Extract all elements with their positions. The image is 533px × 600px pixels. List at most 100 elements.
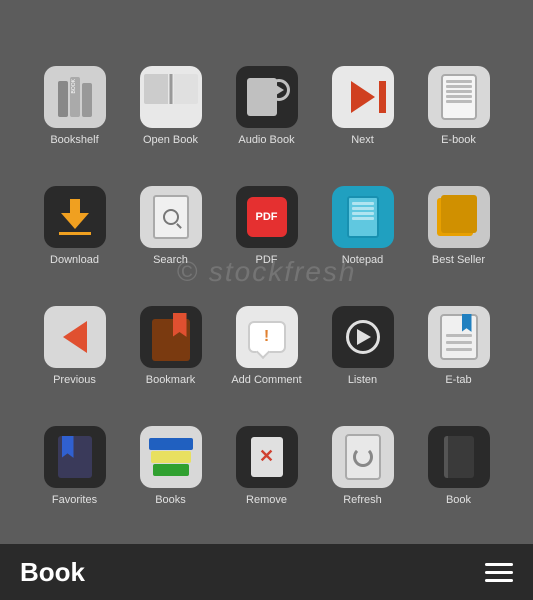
audio-book-icon — [241, 71, 293, 123]
search-icon-box — [140, 186, 202, 248]
previous-item[interactable]: Previous — [27, 277, 123, 387]
notepad-item[interactable]: Notepad — [315, 157, 411, 267]
bestseller-item[interactable]: Best Seller — [411, 157, 507, 267]
etab-label: E-tab — [445, 374, 471, 387]
books-label: Books — [155, 494, 186, 507]
spine-3 — [82, 83, 92, 117]
x-mark-icon: ✕ — [259, 446, 274, 467]
magnify-icon — [163, 209, 179, 225]
pdf-label: PDF — [256, 254, 278, 267]
favorites-item[interactable]: Favorites — [27, 397, 123, 507]
play-triangle-icon — [357, 329, 371, 345]
previous-icon — [49, 311, 101, 363]
download-base — [59, 232, 91, 235]
bookmark-label: Bookmark — [146, 374, 196, 387]
etab-item[interactable]: E-tab — [411, 277, 507, 387]
remove-doc-icon: ✕ — [251, 437, 283, 477]
previous-icon-box — [44, 306, 106, 368]
hamburger-menu[interactable] — [485, 563, 513, 582]
notepad-label: Notepad — [342, 254, 384, 267]
addcomment-item[interactable]: ! Add Comment — [219, 277, 315, 387]
stack-book-1 — [149, 438, 193, 450]
bookshelf-icon-box: BOOK — [44, 66, 106, 128]
refresh-circle-icon — [353, 447, 373, 467]
refresh-icon-box — [332, 426, 394, 488]
listen-icon-box — [332, 306, 394, 368]
book-spine-center — [169, 74, 172, 104]
etab-line-3 — [446, 348, 472, 351]
audio-book-item[interactable]: Audio Book — [219, 37, 315, 147]
footer-title: Book — [20, 557, 85, 588]
books-icon-box — [140, 426, 202, 488]
notepad-icon-box — [332, 186, 394, 248]
remove-item[interactable]: ✕ Remove — [219, 397, 315, 507]
next-icon-box — [332, 66, 394, 128]
book-right-page — [174, 74, 198, 104]
next-bar — [379, 81, 386, 113]
refresh-tablet — [345, 434, 381, 480]
download-icon-box — [44, 186, 106, 248]
open-book-label: Open Book — [143, 134, 198, 147]
addcomment-icon-box: ! — [236, 306, 298, 368]
bestseller-icon — [435, 193, 483, 241]
prev-arrow-shape — [63, 321, 87, 353]
notepad-line-4 — [352, 217, 374, 220]
listen-item[interactable]: Listen — [315, 277, 411, 387]
ebook-icon-box — [428, 66, 490, 128]
stack-book-3 — [153, 464, 189, 476]
hamburger-line-1 — [485, 563, 513, 566]
download-label: Download — [50, 254, 99, 267]
download-item[interactable]: Download — [27, 157, 123, 267]
books-item[interactable]: Books — [123, 397, 219, 507]
ebook-line-5 — [446, 100, 472, 103]
notepad-icon — [347, 196, 379, 238]
bookmark-icon — [150, 313, 192, 361]
icon-grid: BOOK Bookshelf Open Book — [27, 32, 507, 512]
stack-book-2 — [151, 451, 191, 463]
book-icon-box — [428, 426, 490, 488]
speaker-triangle — [276, 85, 284, 95]
next-icon — [337, 71, 389, 123]
pdf-text: PDF — [256, 211, 278, 223]
books-stack-icon — [149, 438, 193, 476]
favorites-icon-box — [44, 426, 106, 488]
ebook-item[interactable]: E-book — [411, 37, 507, 147]
audio-book-label: Audio Book — [238, 134, 294, 147]
refresh-label: Refresh — [343, 494, 382, 507]
bookmark-item[interactable]: Bookmark — [123, 277, 219, 387]
bookshelf-icon: BOOK — [52, 69, 98, 125]
download-bar — [70, 199, 80, 213]
search-item[interactable]: Search — [123, 157, 219, 267]
spine-label: BOOK — [70, 77, 80, 95]
open-book-item[interactable]: Open Book — [123, 37, 219, 147]
etab-device-icon — [440, 314, 478, 360]
hamburger-line-2 — [485, 571, 513, 574]
book-label: Book — [446, 494, 471, 507]
next-item[interactable]: Next — [315, 37, 411, 147]
etab-line-1 — [446, 334, 472, 337]
ebook-line-3 — [446, 90, 472, 93]
bestseller-icon-box — [428, 186, 490, 248]
ebook-device — [441, 74, 477, 120]
previous-label: Previous — [53, 374, 96, 387]
bookshelf-label: Bookshelf — [50, 134, 98, 147]
etab-bookmark-ribbon — [462, 314, 472, 332]
remove-label: Remove — [246, 494, 287, 507]
favorites-label: Favorites — [52, 494, 97, 507]
bookshelf-item[interactable]: BOOK Bookshelf — [27, 37, 123, 147]
notepad-line-3 — [352, 212, 374, 215]
next-arrow-shape — [351, 81, 375, 113]
refresh-item[interactable]: Refresh — [315, 397, 411, 507]
ebook-label: E-book — [441, 134, 476, 147]
pdf-item[interactable]: PDF PDF — [219, 157, 315, 267]
exclamation-mark: ! — [264, 328, 269, 346]
notepad-line-2 — [352, 207, 374, 210]
audio-speaker-icon — [268, 79, 290, 101]
pdf-icon-box: PDF — [236, 186, 298, 248]
listen-label: Listen — [348, 374, 377, 387]
search-label: Search — [153, 254, 188, 267]
book-left-page — [144, 74, 168, 104]
hamburger-line-3 — [485, 579, 513, 582]
book-item[interactable]: Book — [411, 397, 507, 507]
addcomment-label: Add Comment — [231, 374, 301, 387]
